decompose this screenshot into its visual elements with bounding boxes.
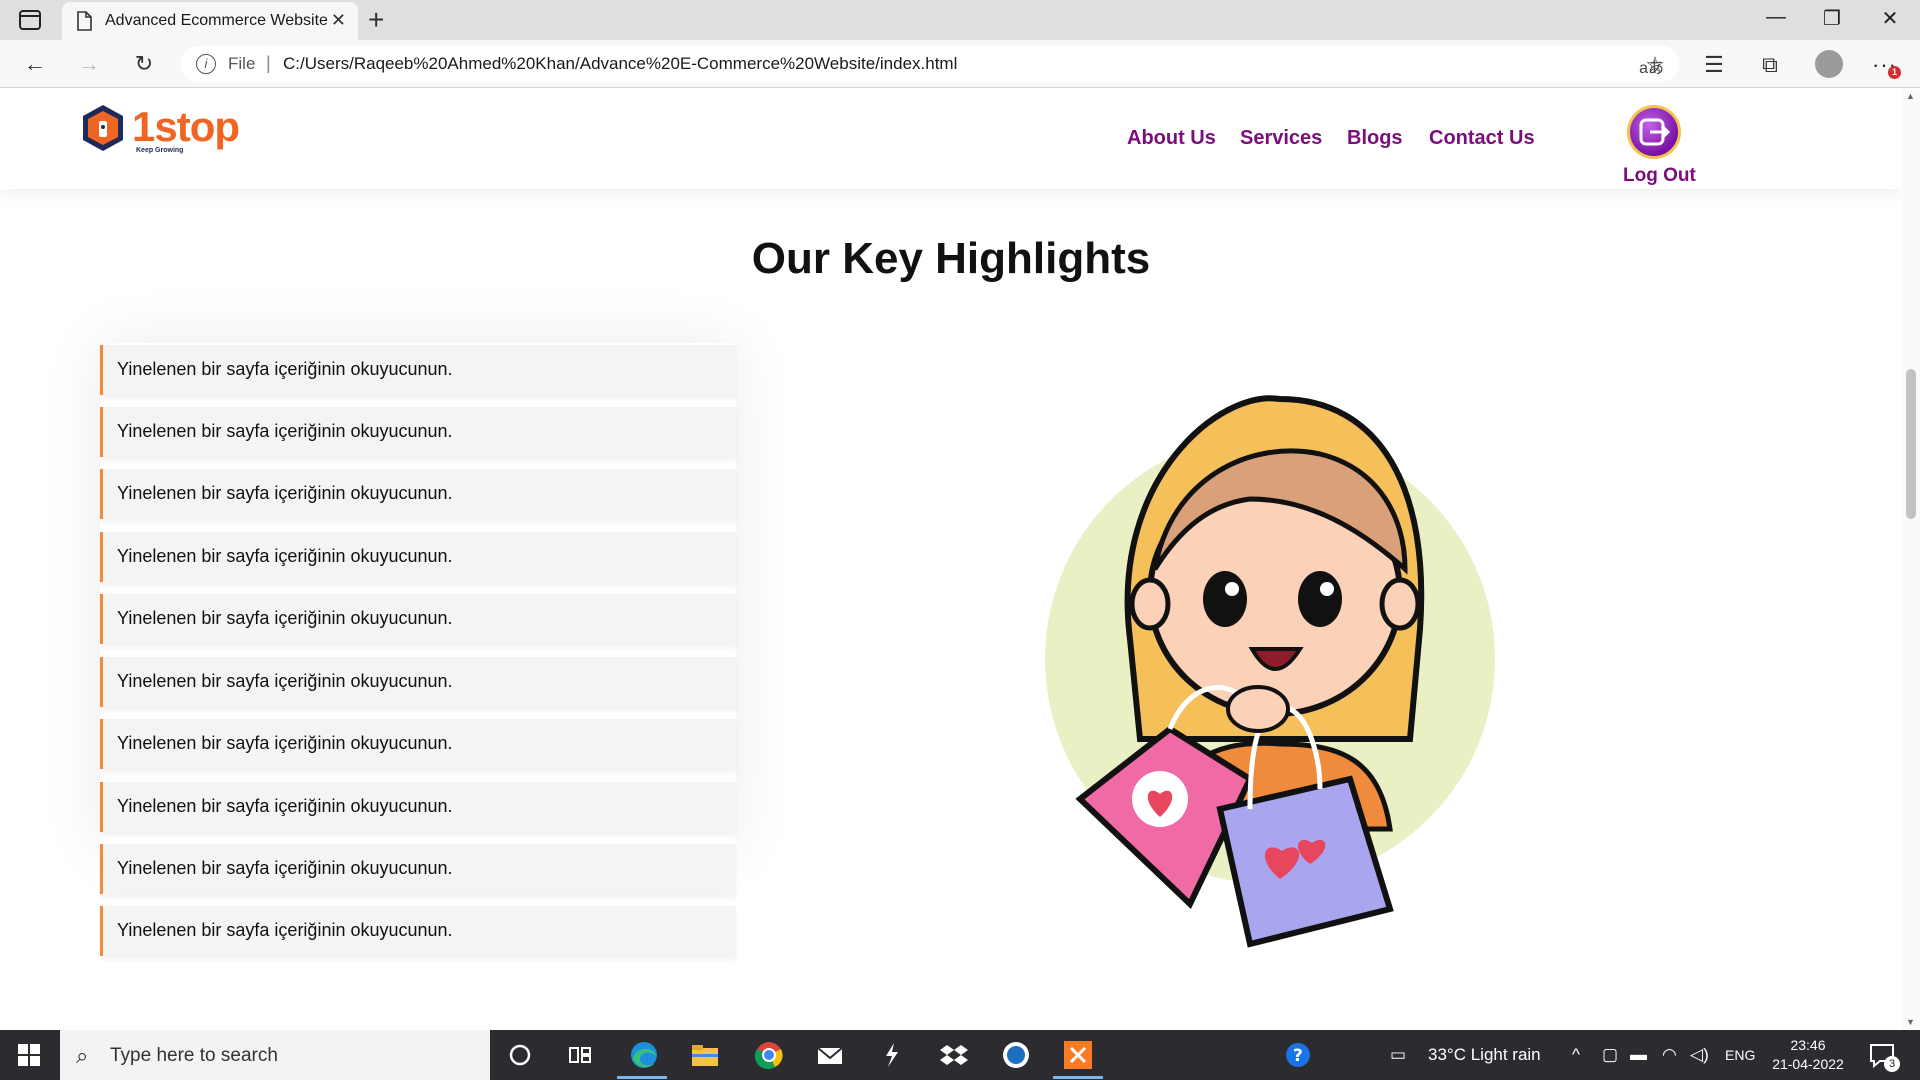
notification-badge: 1 <box>1888 66 1901 79</box>
xampp-icon[interactable] <box>1062 1040 1094 1070</box>
address-toolbar: ← → ↻ i File | C:/Users/Raqeeb%20Ahmed%2… <box>0 40 1920 88</box>
collections-icon[interactable]: ⧉ <box>1756 52 1784 78</box>
lightning-app-icon[interactable] <box>876 1040 908 1070</box>
app-w-icon[interactable] <box>1000 1040 1032 1070</box>
active-app-indicator <box>617 1076 667 1079</box>
profile-avatar[interactable] <box>1815 50 1843 78</box>
wifi-icon[interactable]: ◠ <box>1662 1045 1677 1065</box>
scroll-up-icon[interactable]: ▲ <box>1906 91 1915 101</box>
clock[interactable]: 23:46 21-04-2022 <box>1768 1036 1848 1074</box>
mail-icon[interactable] <box>814 1040 846 1070</box>
edge-browser-icon[interactable] <box>628 1040 660 1070</box>
logout-icon <box>1639 118 1671 146</box>
site-info-icon[interactable]: i <box>196 54 216 74</box>
nav-services[interactable]: Services <box>1240 127 1322 150</box>
taskbar-search[interactable]: ⌕ Type here to search <box>60 1030 490 1080</box>
list-item: Yinelenen bir sayfa içeriğinin okuyucunu… <box>100 469 736 519</box>
url-text[interactable]: C:/Users/Raqeeb%20Ahmed%20Khan/Advance%2… <box>283 54 957 74</box>
address-scheme-label: File <box>228 54 256 73</box>
weather-text[interactable]: 33°C Light rain <box>1428 1045 1541 1065</box>
nav-contact-us[interactable]: Contact Us <box>1429 127 1535 150</box>
section-title: Our Key Highlights <box>751 234 1151 283</box>
list-item: Yinelenen bir sayfa içeriğinin okuyucunu… <box>100 719 736 769</box>
file-explorer-icon[interactable] <box>689 1040 721 1070</box>
logo-hexagon-icon <box>83 105 123 151</box>
svg-text:?: ? <box>1293 1046 1303 1066</box>
nav-about-us[interactable]: About Us <box>1127 127 1216 150</box>
weather-icon[interactable]: ▭ <box>1390 1045 1406 1065</box>
chrome-icon[interactable] <box>753 1040 785 1070</box>
logout-button[interactable] <box>1627 105 1681 159</box>
highlight-text: Yinelenen bir sayfa içeriğinin okuyucunu… <box>117 733 453 753</box>
logout-label[interactable]: Log Out <box>1623 165 1696 187</box>
clock-time: 23:46 <box>1790 1037 1826 1053</box>
browser-tab[interactable]: Advanced Ecommerce Website ✕ <box>62 2 358 40</box>
address-separator: | <box>266 53 271 73</box>
address-bar[interactable]: i File | C:/Users/Raqeeb%20Ahmed%20Khan/… <box>180 46 1680 82</box>
windows-start-icon[interactable] <box>18 1044 40 1066</box>
highlight-text: Yinelenen bir sayfa içeriğinin okuyucunu… <box>117 608 453 628</box>
active-app-indicator <box>1053 1076 1103 1079</box>
highlight-text: Yinelenen bir sayfa içeriğinin okuyucunu… <box>117 858 453 878</box>
highlight-text: Yinelenen bir sayfa içeriğinin okuyucunu… <box>117 920 453 940</box>
language-indicator[interactable]: ENG <box>1725 1047 1755 1063</box>
close-tab-icon[interactable]: ✕ <box>331 10 346 31</box>
shopping-girl-illustration <box>1045 395 1495 948</box>
notification-count: 3 <box>1884 1056 1900 1072</box>
list-item: Yinelenen bir sayfa içeriğinin okuyucunu… <box>100 657 736 707</box>
highlight-text: Yinelenen bir sayfa içeriğinin okuyucunu… <box>117 483 453 503</box>
highlight-text: Yinelenen bir sayfa içeriğinin okuyucunu… <box>117 796 453 816</box>
highlight-text: Yinelenen bir sayfa içeriğinin okuyucunu… <box>117 359 453 379</box>
search-icon: ⌕ <box>76 1043 89 1068</box>
forward-icon[interactable]: → <box>76 51 102 77</box>
tab-title: Advanced Ecommerce Website <box>105 12 328 29</box>
list-item: Yinelenen bir sayfa içeriğinin okuyucunu… <box>100 407 736 457</box>
list-item: Yinelenen bir sayfa içeriğinin okuyucunu… <box>100 782 736 832</box>
task-view-icon[interactable] <box>564 1040 596 1070</box>
back-icon[interactable]: ← <box>22 51 48 77</box>
restore-icon[interactable]: ❐ <box>1812 6 1852 31</box>
page-icon <box>77 11 92 31</box>
search-placeholder: Type here to search <box>110 1045 278 1066</box>
tab-actions-icon[interactable] <box>18 9 42 31</box>
clock-date: 21-04-2022 <box>1772 1056 1844 1072</box>
window-close-icon[interactable]: ✕ <box>1870 6 1910 31</box>
list-item: Yinelenen bir sayfa içeriğinin okuyucunu… <box>100 906 736 956</box>
cortana-icon[interactable] <box>504 1040 536 1070</box>
list-item: Yinelenen bir sayfa içeriğinin okuyucunu… <box>100 594 736 644</box>
favorites-icon[interactable]: ☰ <box>1700 52 1728 78</box>
show-hidden-icons-icon[interactable]: ^ <box>1572 1045 1580 1065</box>
dropbox-icon[interactable] <box>938 1040 970 1070</box>
scrollbar-thumb[interactable] <box>1906 369 1916 519</box>
logo-text: 1stop <box>132 103 240 150</box>
device-icon[interactable]: ▢ <box>1602 1045 1618 1065</box>
highlight-text: Yinelenen bir sayfa içeriğinin okuyucunu… <box>117 671 453 691</box>
highlights-list: Yinelenen bir sayfa içeriğinin okuyucunu… <box>100 343 736 956</box>
list-item: Yinelenen bir sayfa içeriğinin okuyucunu… <box>100 345 736 395</box>
new-tab-icon[interactable]: + <box>368 4 384 36</box>
site-header: 1stop Keep Growing About Us Services Blo… <box>0 89 1902 189</box>
add-favorite-icon[interactable]: ☆ <box>1641 52 1669 78</box>
battery-icon[interactable]: ▬ <box>1630 1045 1647 1065</box>
minimize-icon[interactable]: — <box>1756 6 1796 29</box>
taskbar: ⌕ Type here to search ? ▭ 33°C Light rai… <box>0 1030 1920 1080</box>
list-item: Yinelenen bir sayfa içeriğinin okuyucunu… <box>100 532 736 582</box>
page-scrollbar[interactable]: ▲ ▼ <box>1902 89 1920 1029</box>
nav-blogs[interactable]: Blogs <box>1347 127 1403 150</box>
scroll-down-icon[interactable]: ▼ <box>1906 1017 1915 1027</box>
tab-strip: Advanced Ecommerce Website ✕ + — ❐ ✕ <box>0 0 1920 40</box>
logo-tagline: Keep Growing <box>136 147 184 154</box>
volume-icon[interactable]: ◁) <box>1690 1045 1709 1065</box>
highlight-text: Yinelenen bir sayfa içeriğinin okuyucunu… <box>117 421 453 441</box>
list-item: Yinelenen bir sayfa içeriğinin okuyucunu… <box>100 844 736 894</box>
help-icon[interactable]: ? <box>1282 1040 1314 1070</box>
page-viewport: 1stop Keep Growing About Us Services Blo… <box>0 89 1902 1029</box>
reload-icon[interactable]: ↻ <box>131 51 157 77</box>
site-logo[interactable]: 1stop Keep Growing <box>80 103 240 157</box>
highlight-text: Yinelenen bir sayfa içeriğinin okuyucunu… <box>117 546 453 566</box>
